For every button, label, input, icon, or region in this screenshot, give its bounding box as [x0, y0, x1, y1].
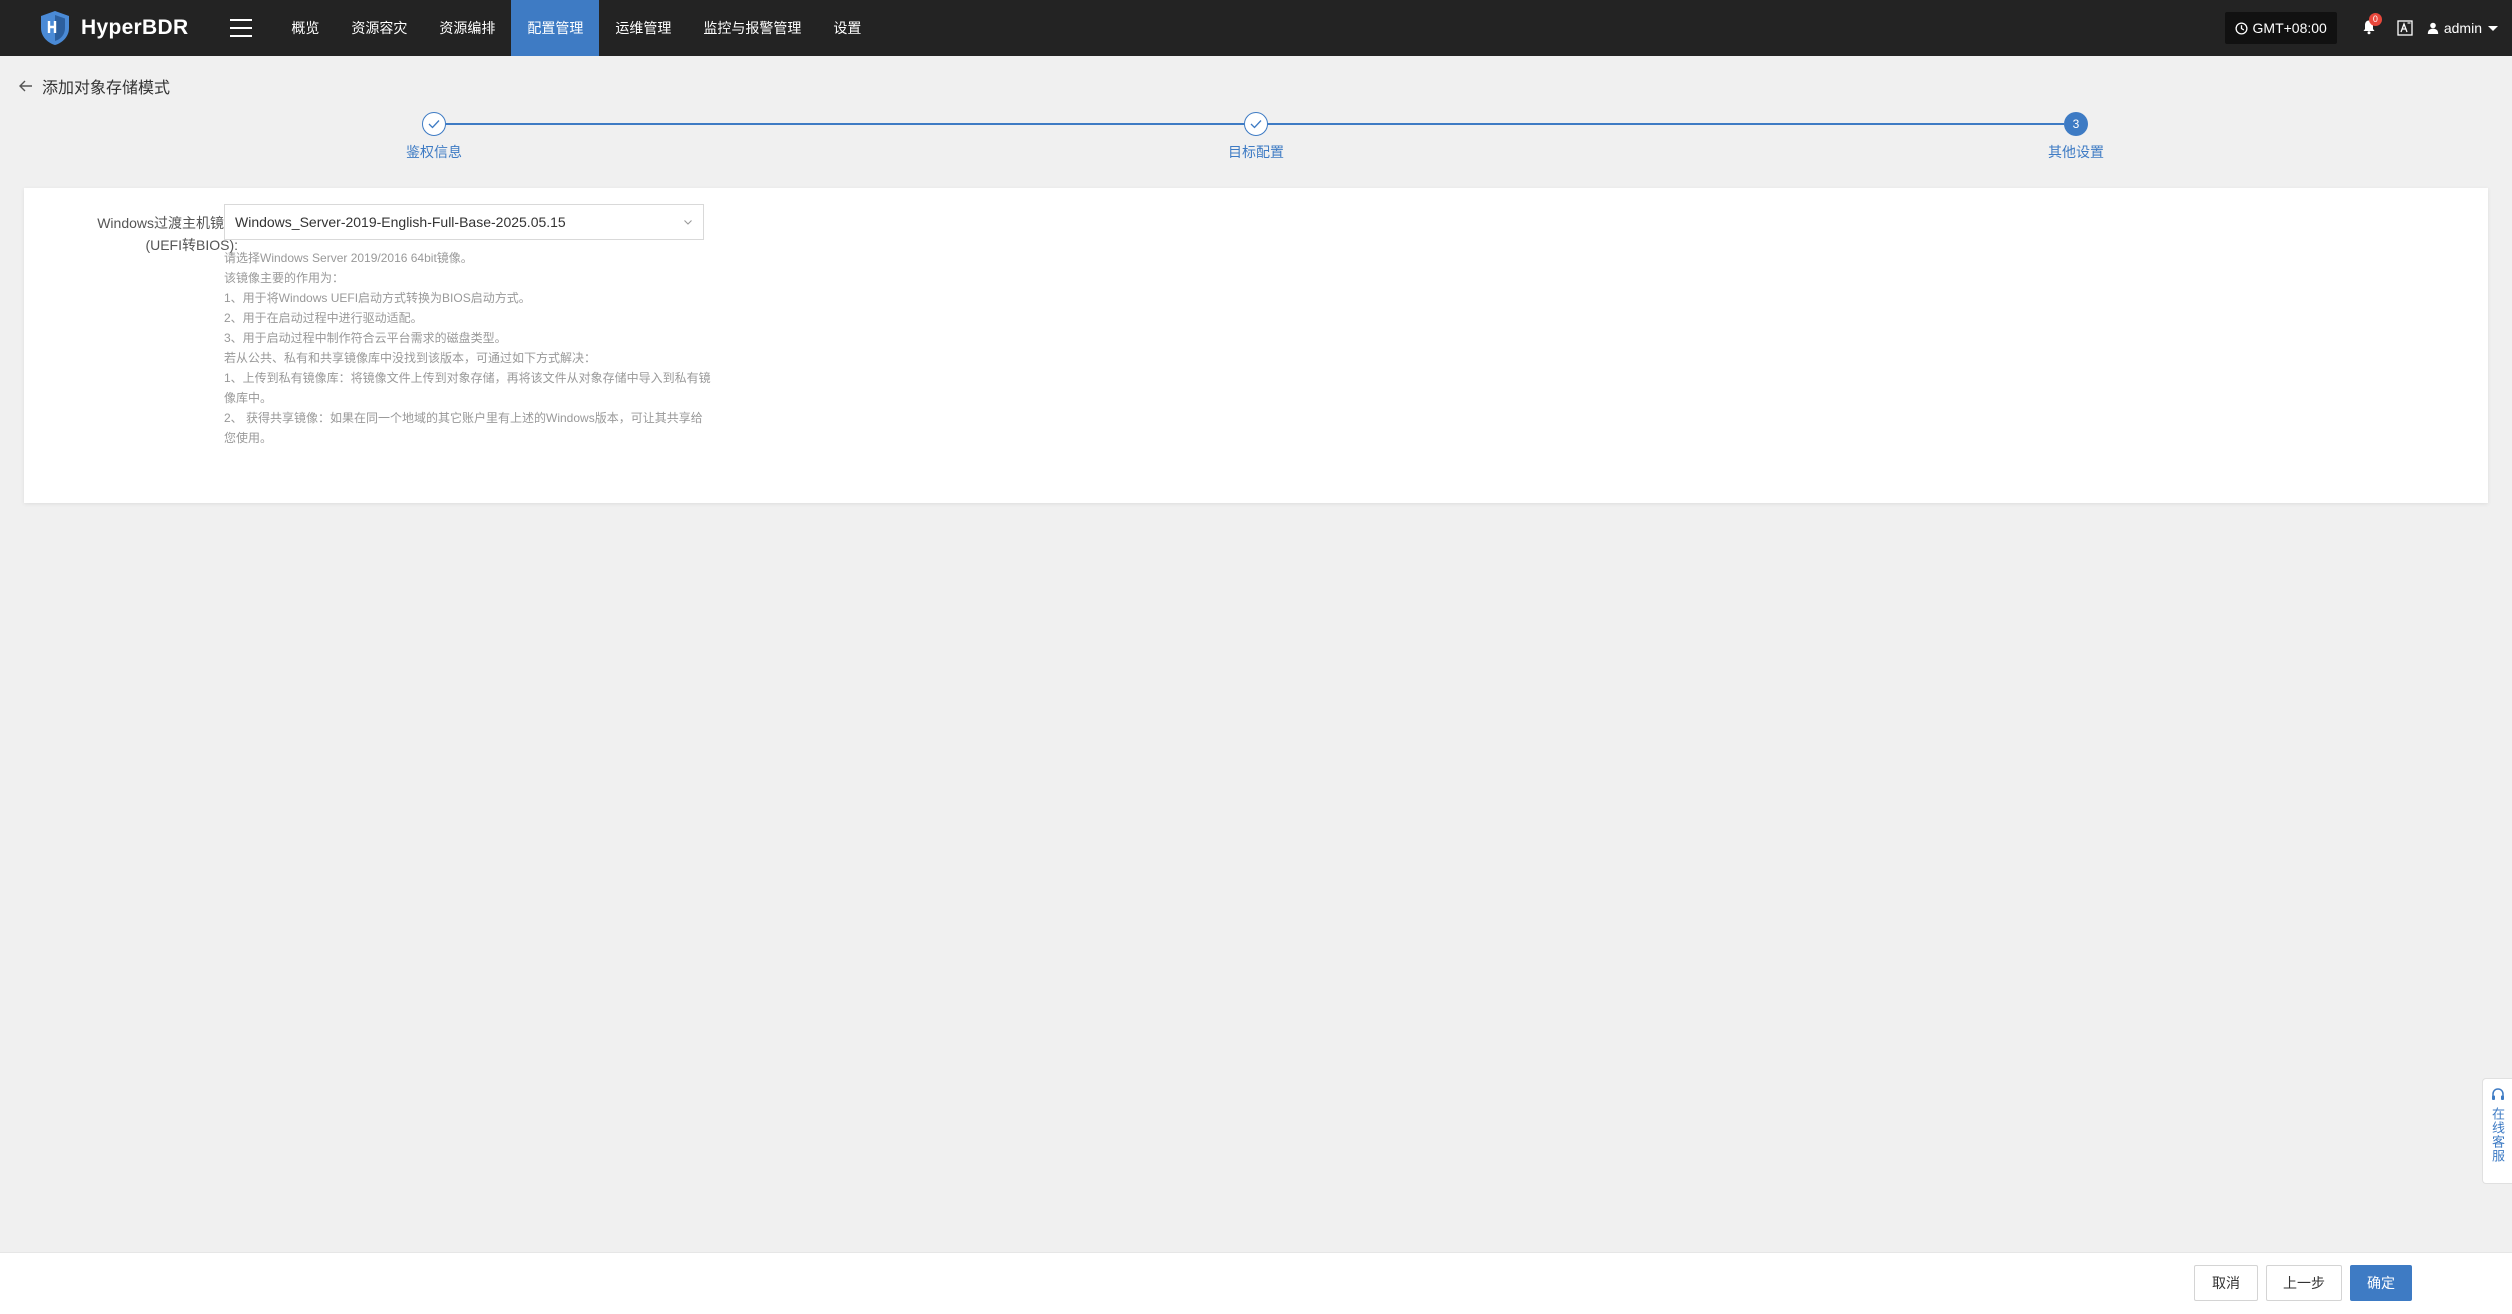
windows-image-selected-value: Windows_Server-2019-English-Full-Base-20…	[235, 214, 566, 230]
help-line: 2、 获得共享镜像：如果在同一个地域的其它账户里有上述的Windows版本，可让…	[224, 411, 703, 445]
back-link[interactable]: 添加对象存储模式	[18, 74, 170, 98]
windows-image-help: 请选择Windows Server 2019/2016 64bit镜像。 该镜像…	[224, 248, 714, 448]
step-connector-2	[1266, 123, 2064, 125]
nav-item-settings[interactable]: 设置	[817, 0, 877, 56]
top-navbar: HyperBDR 概览 资源容灾 资源编排 配置管理 运维管理 监控与报警管理 …	[0, 0, 2512, 56]
headset-icon	[2491, 1088, 2504, 1100]
step-2-indicator	[1244, 112, 1268, 136]
step-1-label: 鉴权信息	[406, 144, 462, 160]
help-line: 1、用于将Windows UEFI启动方式转换为BIOS启动方式。	[224, 291, 531, 305]
settings-form-card: Windows过渡主机镜像 (UEFI转BIOS): Windows_Serve…	[24, 188, 2488, 503]
check-icon	[1250, 120, 1262, 129]
timezone-label: GMT+08:00	[2252, 20, 2327, 36]
help-line: 请选择Windows Server 2019/2016 64bit镜像。	[224, 251, 473, 265]
user-menu[interactable]: admin	[2427, 20, 2498, 36]
nav-item-monitoring-alerts[interactable]: 监控与报警管理	[687, 0, 817, 56]
menu-toggle-icon[interactable]	[230, 19, 253, 37]
nav-item-orchestration[interactable]: 资源编排	[423, 0, 511, 56]
windows-image-label-line2: (UEFI转BIOS):	[145, 237, 238, 253]
help-line: 若从公共、私有和共享镜像库中没找到该版本，可通过如下方式解决：	[224, 351, 597, 365]
app-logo[interactable]: HyperBDR	[38, 0, 188, 56]
nav-item-resource-dr[interactable]: 资源容灾	[335, 0, 423, 56]
confirm-button[interactable]: 确定	[2350, 1265, 2412, 1301]
main-nav: 概览 资源容灾 资源编排 配置管理 运维管理 监控与报警管理 设置	[275, 0, 877, 56]
chevron-down-icon	[684, 220, 692, 225]
chevron-down-icon	[2488, 25, 2498, 31]
step-2-label: 目标配置	[1228, 144, 1284, 160]
user-icon	[2427, 22, 2439, 34]
step-1-indicator	[422, 112, 446, 136]
step-connector-1	[446, 123, 1244, 125]
language-switch[interactable]	[2397, 20, 2413, 36]
nav-item-config-management[interactable]: 配置管理	[511, 0, 600, 56]
arrow-left-icon	[19, 80, 32, 92]
page-title: 添加对象存储模式	[42, 80, 171, 97]
translate-icon	[2397, 20, 2413, 36]
help-line: 3、用于启动过程中制作符合云平台需求的磁盘类型。	[224, 331, 507, 345]
help-line: 1、上传到私有镜像库：将镜像文件上传到对象存储，再将该文件从对象存储中导入到私有…	[224, 371, 711, 405]
nav-item-overview[interactable]: 概览	[275, 0, 335, 56]
help-line: 2、用于在启动过程中进行驱动适配。	[224, 311, 423, 325]
wizard-steps: 鉴权信息 目标配置 3 其他设置	[0, 108, 2512, 168]
clock-icon	[2234, 21, 2248, 35]
help-line: 该镜像主要的作用为：	[224, 271, 345, 285]
app-name: HyperBDR	[81, 16, 189, 39]
online-support-label: 在线客服	[2490, 1107, 2505, 1163]
windows-image-label-line1: Windows过渡主机镜像	[97, 215, 238, 231]
windows-image-label: Windows过渡主机镜像 (UEFI转BIOS):	[48, 212, 238, 256]
notification-button[interactable]: 0	[2361, 13, 2382, 37]
online-support-widget[interactable]: 在线客服	[2482, 1078, 2512, 1184]
shield-logo-icon	[41, 11, 69, 45]
check-icon	[428, 120, 440, 129]
windows-image-select[interactable]: Windows_Server-2019-English-Full-Base-20…	[224, 204, 704, 240]
previous-step-button[interactable]: 上一步	[2266, 1265, 2342, 1301]
notification-count-badge: 0	[2368, 13, 2382, 26]
cancel-button[interactable]: 取消	[2194, 1265, 2258, 1301]
step-3-label: 其他设置	[2048, 144, 2104, 160]
username: admin	[2443, 20, 2482, 36]
footer-actions: 取消 上一步 确定	[0, 1252, 2512, 1314]
step-3-indicator: 3	[2064, 112, 2088, 136]
nav-item-ops-management[interactable]: 运维管理	[599, 0, 687, 56]
timezone-button[interactable]: GMT+08:00	[2224, 12, 2337, 44]
